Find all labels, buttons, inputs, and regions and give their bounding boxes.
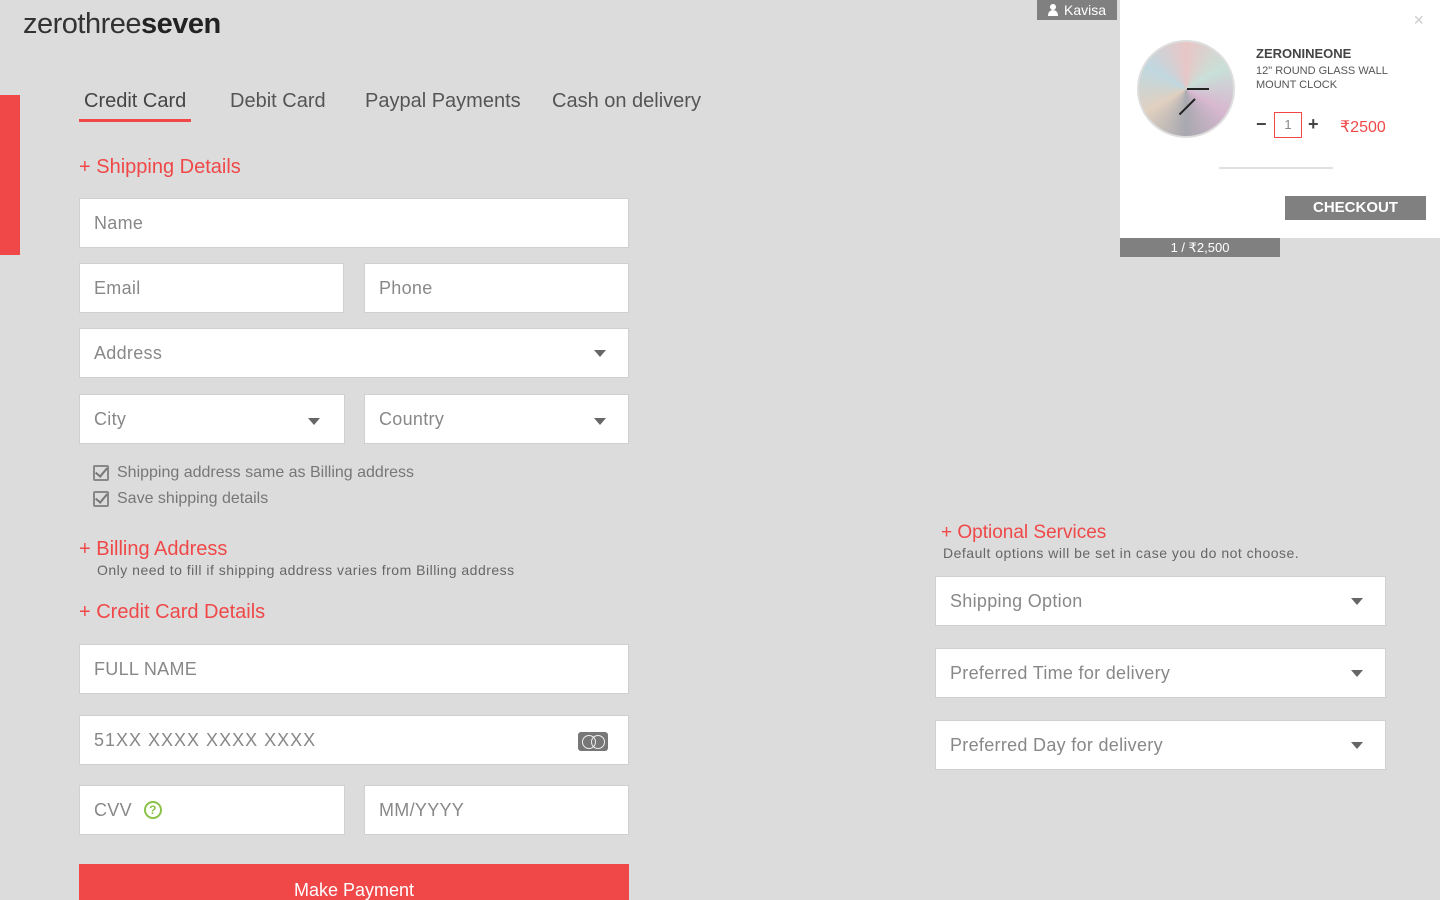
email-input[interactable]: [94, 277, 329, 299]
cart-panel: × ZERONINEONE 12" ROUND GLASS WALL MOUNT…: [1120, 0, 1440, 238]
same-as-billing-checkbox[interactable]: Shipping address same as Billing address: [93, 464, 414, 482]
cart-summary-badge[interactable]: 1 / ₹2,500: [1120, 238, 1280, 257]
product-brand: ZERONINEONE: [1256, 46, 1352, 61]
logo-part-three: three: [77, 8, 142, 40]
tab-paypal-payments[interactable]: Paypal Payments: [360, 90, 526, 119]
side-accent-tab[interactable]: [0, 95, 20, 255]
chevron-down-icon: [594, 418, 606, 425]
quantity-input[interactable]: 1: [1274, 112, 1302, 138]
quantity-decrease-button[interactable]: −: [1256, 114, 1267, 135]
name-field[interactable]: [79, 198, 629, 248]
card-number-input[interactable]: [94, 729, 614, 751]
credit-card-details-title[interactable]: + Credit Card Details: [79, 601, 265, 624]
user-name: Kavisa: [1063, 2, 1107, 18]
logo-part-zero: zero: [23, 8, 78, 40]
billing-address-subtitle: Only need to fill if shipping address va…: [97, 562, 515, 578]
site-logo[interactable]: zerothreeseven: [23, 8, 221, 41]
tab-credit-card[interactable]: Credit Card: [79, 90, 192, 122]
preferred-day-select[interactable]: Preferred Day for delivery: [935, 720, 1386, 770]
preferred-day-label: Preferred Day for delivery: [950, 734, 1163, 755]
user-icon: [1047, 4, 1058, 16]
billing-address-title[interactable]: + Billing Address: [79, 538, 227, 561]
name-input[interactable]: [94, 212, 614, 234]
quantity-increase-button[interactable]: +: [1308, 114, 1319, 135]
email-field[interactable]: [79, 263, 344, 313]
cart-divider: [1219, 167, 1333, 169]
phone-input[interactable]: [379, 277, 614, 299]
country-select-label: Country: [379, 408, 445, 429]
expiry-input[interactable]: [379, 799, 614, 821]
card-number-field[interactable]: [79, 715, 629, 765]
checkbox-checked-icon: [93, 465, 109, 481]
product-price: ₹2500: [1340, 119, 1386, 136]
shipping-details-title[interactable]: + Shipping Details: [79, 156, 241, 179]
optional-services-title[interactable]: + Optional Services: [941, 522, 1106, 544]
phone-field[interactable]: [364, 263, 629, 313]
chevron-down-icon: [1351, 598, 1363, 605]
help-icon[interactable]: ?: [144, 801, 162, 819]
clock-hand: [1187, 88, 1209, 90]
tab-cash-on-delivery[interactable]: Cash on delivery: [547, 90, 706, 119]
card-full-name-field[interactable]: [79, 644, 629, 694]
make-payment-button[interactable]: Make Payment: [79, 864, 629, 900]
preferred-time-label: Preferred Time for delivery: [950, 662, 1171, 683]
city-select-label: City: [94, 408, 127, 429]
save-shipping-checkbox[interactable]: Save shipping details: [93, 490, 268, 508]
chevron-down-icon: [594, 350, 606, 357]
address-select-label: Address: [94, 342, 163, 363]
preferred-time-select[interactable]: Preferred Time for delivery: [935, 648, 1386, 698]
checkbox-checked-icon: [93, 491, 109, 507]
card-full-name-input[interactable]: [94, 658, 614, 680]
same-as-billing-label: Shipping address same as Billing address: [117, 464, 415, 481]
expiry-field[interactable]: [364, 785, 629, 835]
country-select[interactable]: Country: [364, 394, 629, 444]
user-menu[interactable]: Kavisa: [1037, 0, 1117, 20]
close-icon[interactable]: ×: [1413, 10, 1424, 31]
cvv-input[interactable]: [94, 799, 134, 821]
chevron-down-icon: [308, 418, 320, 425]
chevron-down-icon: [1351, 742, 1363, 749]
logo-part-seven: seven: [141, 8, 221, 40]
tab-debit-card[interactable]: Debit Card: [225, 90, 331, 119]
mastercard-icon: [578, 732, 608, 751]
address-select[interactable]: Address: [79, 328, 629, 378]
cvv-field[interactable]: ?: [79, 785, 345, 835]
product-image: [1137, 40, 1235, 138]
shipping-option-select[interactable]: Shipping Option: [935, 576, 1386, 626]
checkout-button[interactable]: CHECKOUT: [1285, 196, 1426, 220]
product-name: 12" ROUND GLASS WALL MOUNT CLOCK: [1256, 65, 1388, 91]
save-shipping-label: Save shipping details: [117, 490, 269, 507]
city-select[interactable]: City: [79, 394, 345, 444]
optional-services-subtitle: Default options will be set in case you …: [943, 545, 1300, 561]
clock-hand: [1178, 98, 1196, 116]
shipping-option-label: Shipping Option: [950, 590, 1083, 611]
chevron-down-icon: [1351, 670, 1363, 677]
